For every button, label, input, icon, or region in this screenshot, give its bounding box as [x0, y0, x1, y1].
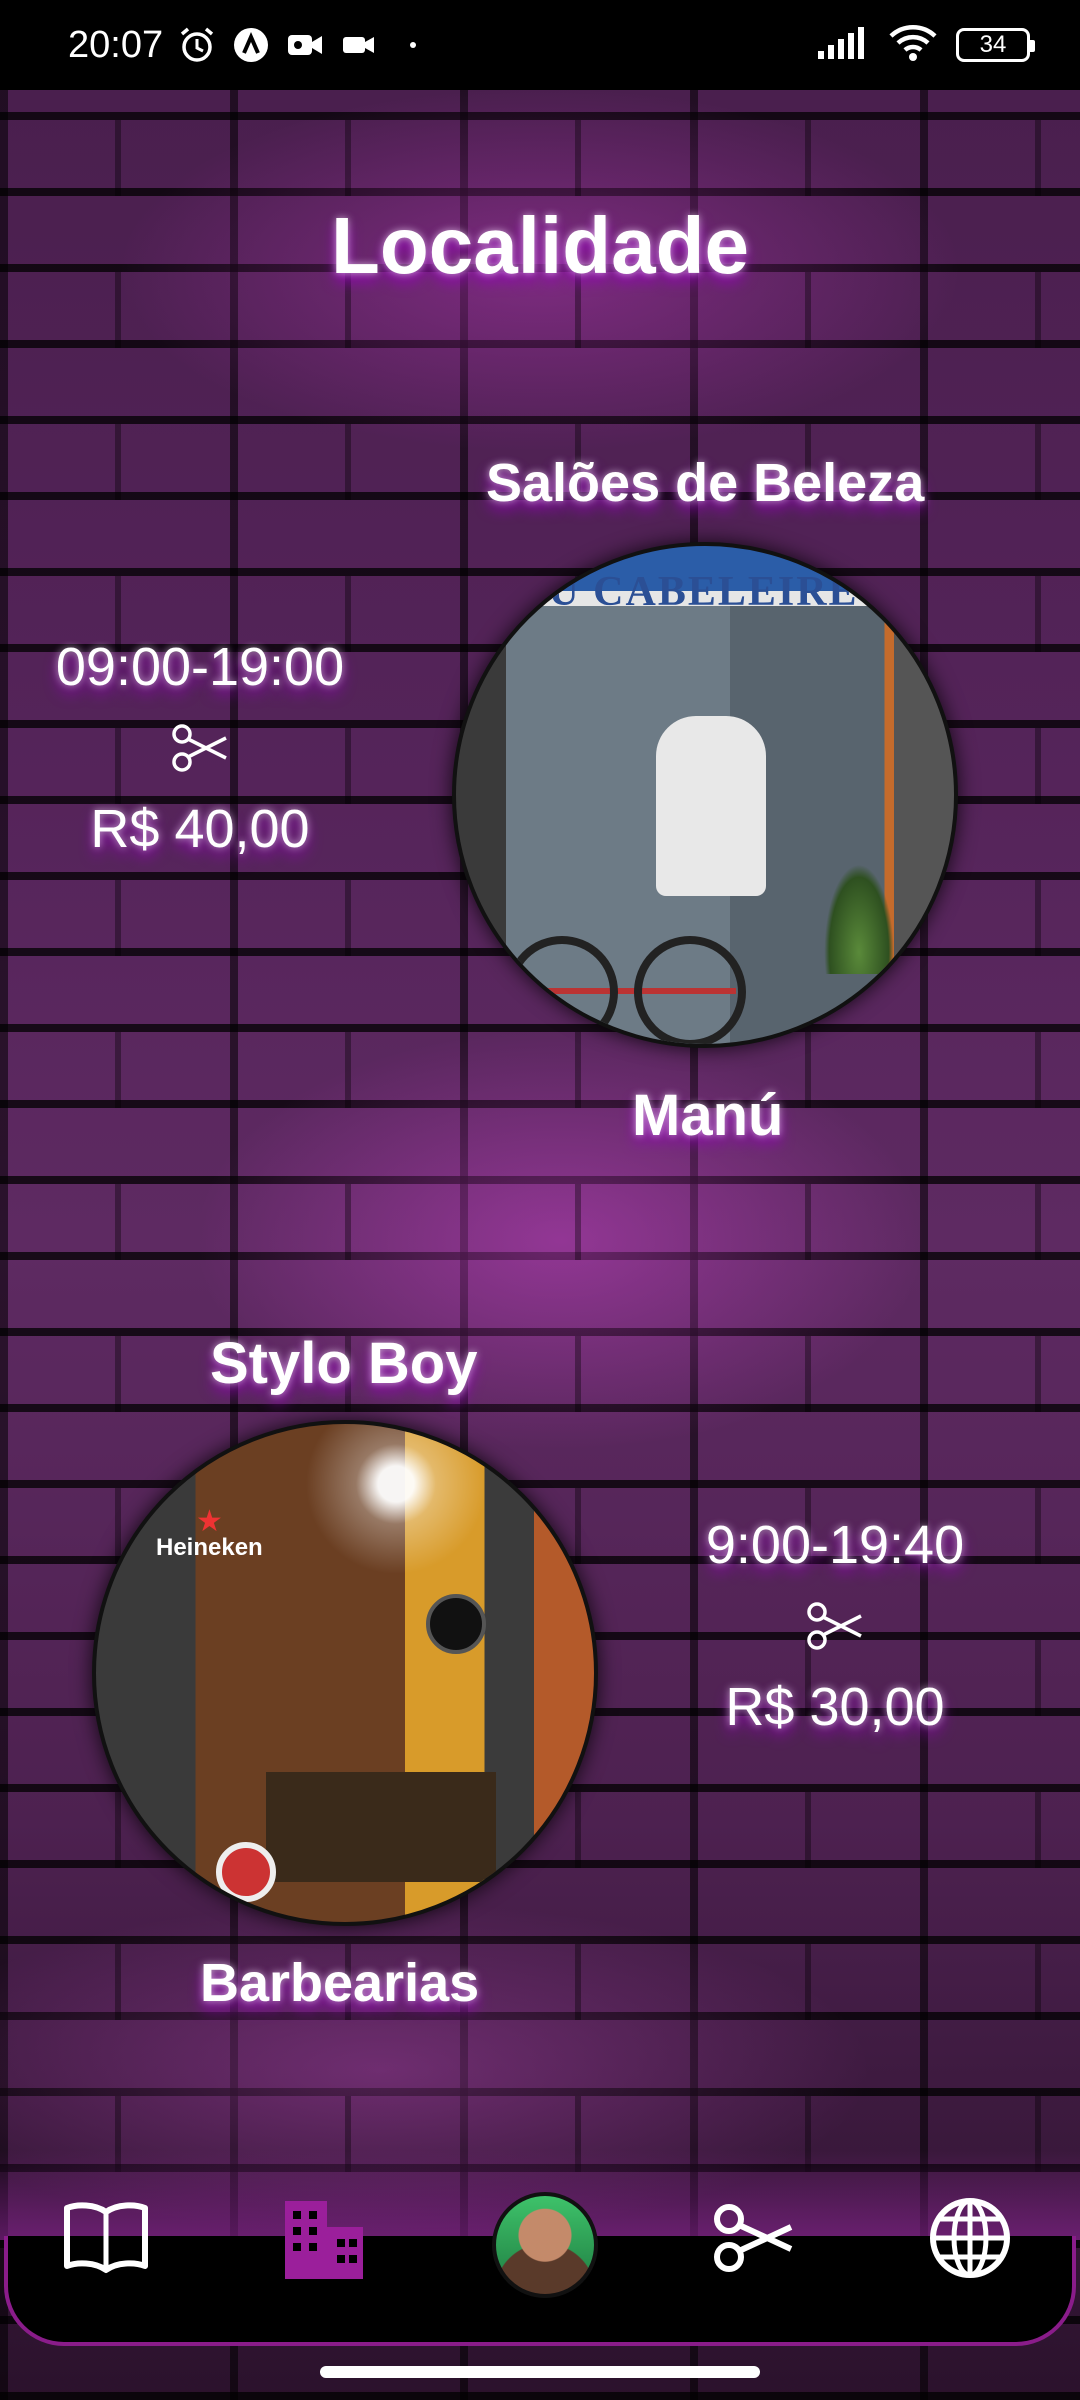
shop-info-stylo-boy: 9:00-19:40 R$ 30,00: [670, 1518, 1000, 1734]
nav-globe-icon[interactable]: [922, 2190, 1018, 2286]
video-icon: [285, 25, 325, 65]
battery-icon: 34: [956, 28, 1035, 62]
photo-counter: [266, 1772, 496, 1882]
shop-hours: 9:00-19:40: [705, 1515, 965, 1575]
scissors-icon: [170, 718, 230, 778]
shop-name-manu[interactable]: Manú: [632, 1082, 783, 1149]
photo-brand-text: Heineken: [156, 1534, 263, 1561]
wifi-icon: [888, 24, 938, 67]
shop-photo-stylo-boy[interactable]: ★ Heineken: [92, 1420, 598, 1926]
section-label-salons: Salões de Beleza: [486, 453, 925, 513]
alarm-icon: [177, 25, 217, 65]
shop-price: R$ 40,00: [90, 799, 310, 859]
battery-level: 34: [979, 31, 1007, 58]
signal-icon: [816, 25, 870, 66]
photo-bicycle: [506, 874, 746, 1044]
dot-icon: [393, 25, 433, 65]
status-bar: 20:07 34: [0, 0, 1080, 90]
profile-avatar[interactable]: [492, 2192, 598, 2298]
shop-name-stylo-boy[interactable]: Stylo Boy: [210, 1330, 478, 1397]
shop-info-manu: 09:00-19:00 R$ 40,00: [40, 640, 360, 856]
app-icon: [231, 25, 271, 65]
photo-record: [426, 1594, 486, 1654]
home-indicator[interactable]: [320, 2366, 760, 2378]
section-label-barbershops: Barbearias: [200, 1953, 480, 2013]
photo-person: [656, 716, 766, 896]
photo-sign-text: NU CABELEIRE: [516, 569, 859, 615]
photo-chair: [216, 1842, 276, 1902]
shop-photo-manu[interactable]: NU CABELEIRE: [452, 542, 958, 1048]
shop-price: R$ 30,00: [725, 1677, 945, 1737]
photo-plant: [824, 864, 894, 974]
nav-book-icon[interactable]: [58, 2190, 154, 2286]
page-title: Localidade: [331, 201, 749, 290]
nav-scissors-icon[interactable]: [706, 2190, 802, 2286]
status-time: 20:07: [68, 23, 164, 66]
brick-wall-background: [0, 90, 1080, 2400]
scissors-icon: [805, 1596, 865, 1656]
camera-icon: [339, 25, 379, 65]
nav-buildings-icon[interactable]: [276, 2190, 372, 2286]
shop-hours: 09:00-19:00: [55, 637, 345, 697]
